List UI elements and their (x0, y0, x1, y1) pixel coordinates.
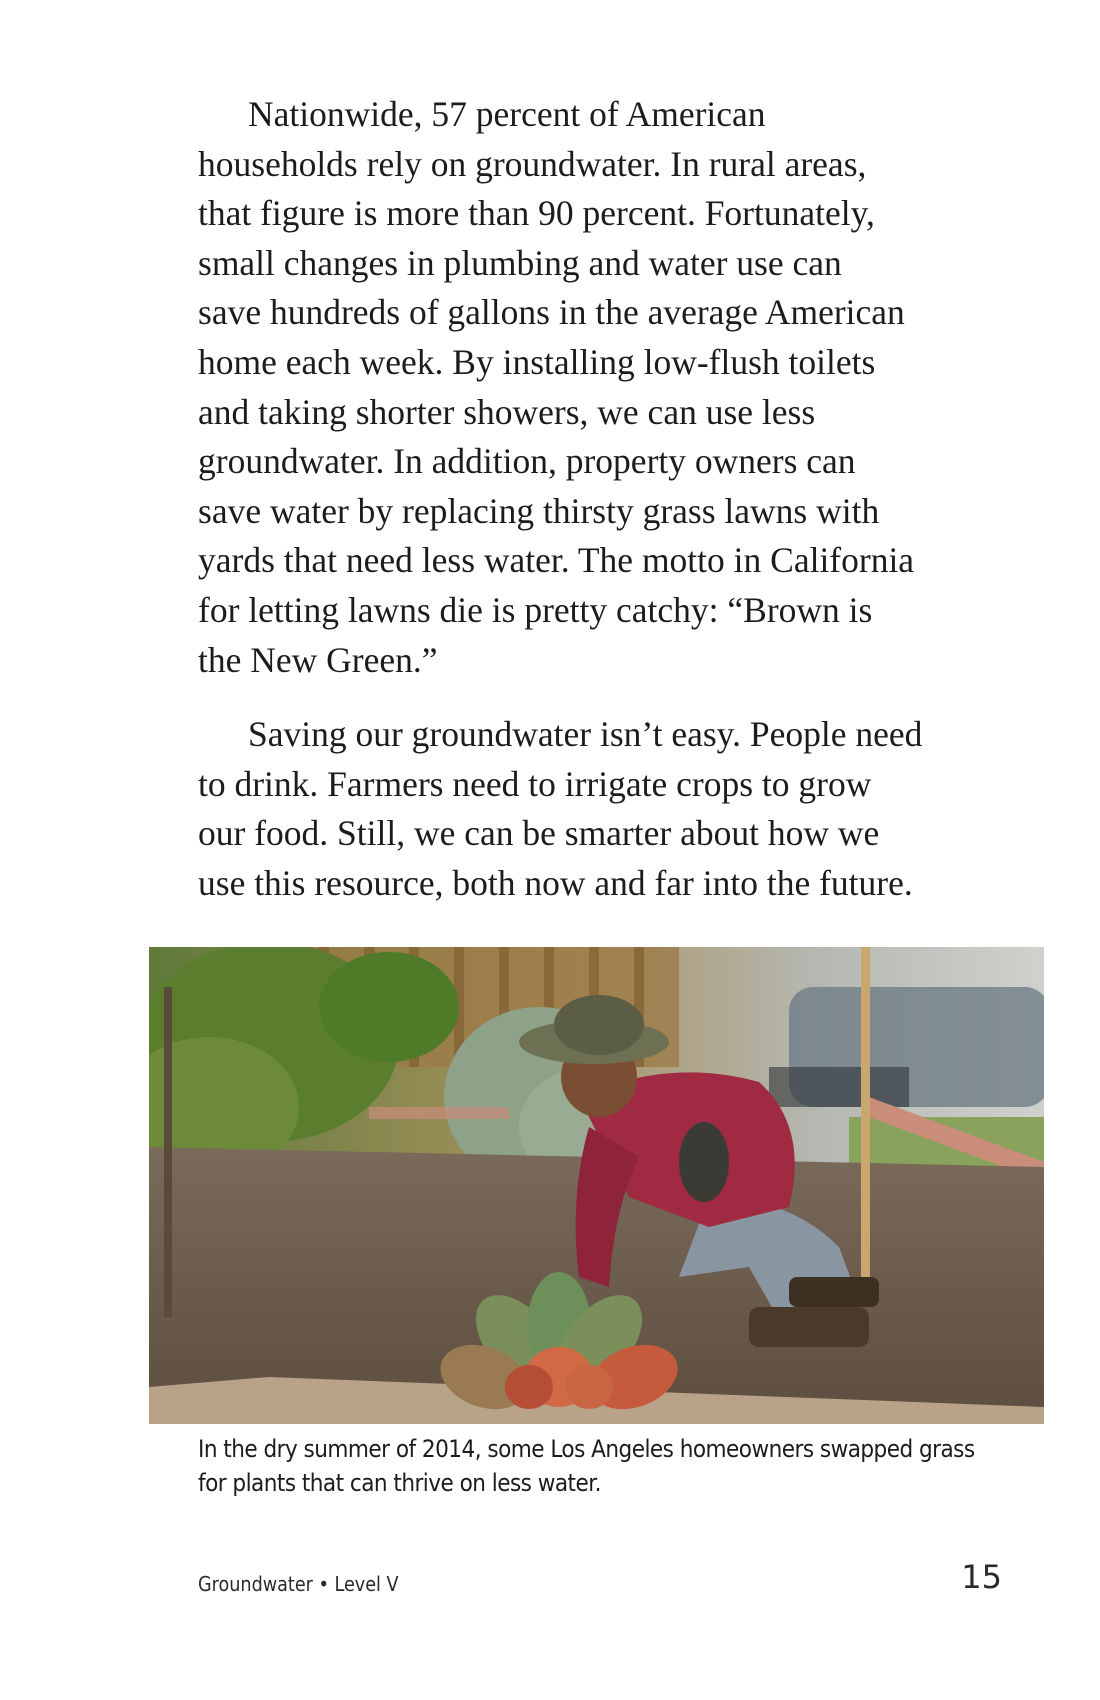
text-line: that figure is more than 90 percent. For… (198, 193, 875, 234)
page-number: 15 (961, 1558, 1002, 1596)
text-line: our food. Still, we can be smarter about… (198, 813, 880, 854)
body-paragraph-1: Nationwide, 57 percent of American house… (198, 90, 998, 685)
caption-line: for plants that can thrive on less water… (198, 1469, 601, 1497)
text-line: Saving our groundwater isn’t easy. Peopl… (248, 714, 923, 754)
book-page: Nationwide, 57 percent of American house… (0, 0, 1100, 1700)
photo-caption: In the dry summer of 2014, some Los Ange… (198, 1432, 975, 1500)
text-line: Nationwide, 57 percent of American (248, 94, 766, 134)
photo-illustration (149, 947, 1044, 1424)
body-paragraph-2: Saving our groundwater isn’t easy. Peopl… (198, 710, 998, 908)
text-line: yards that need less water. The motto in… (198, 540, 915, 581)
text-line: and taking shorter showers, we can use l… (198, 391, 816, 432)
text-line: the New Green.” (198, 639, 438, 680)
text-line: small changes in plumbing and water use … (198, 242, 842, 283)
text-line: save water by replacing thirsty grass la… (198, 490, 880, 531)
text-line: for letting lawns die is pretty catchy: … (198, 589, 873, 630)
text-line: use this resource, both now and far into… (198, 862, 913, 903)
caption-line: In the dry summer of 2014, some Los Ange… (198, 1435, 975, 1463)
text-line: home each week. By installing low-flush … (198, 341, 876, 382)
text-line: groundwater. In addition, property owner… (198, 441, 856, 482)
text-line: save hundreds of gallons in the average … (198, 292, 905, 333)
footer-book-title: Groundwater • Level V (198, 1572, 399, 1596)
photo-man-planting-succulent (149, 947, 1044, 1424)
text-line: to drink. Farmers need to irrigate crops… (198, 763, 872, 804)
text-line: households rely on groundwater. In rural… (198, 143, 867, 184)
